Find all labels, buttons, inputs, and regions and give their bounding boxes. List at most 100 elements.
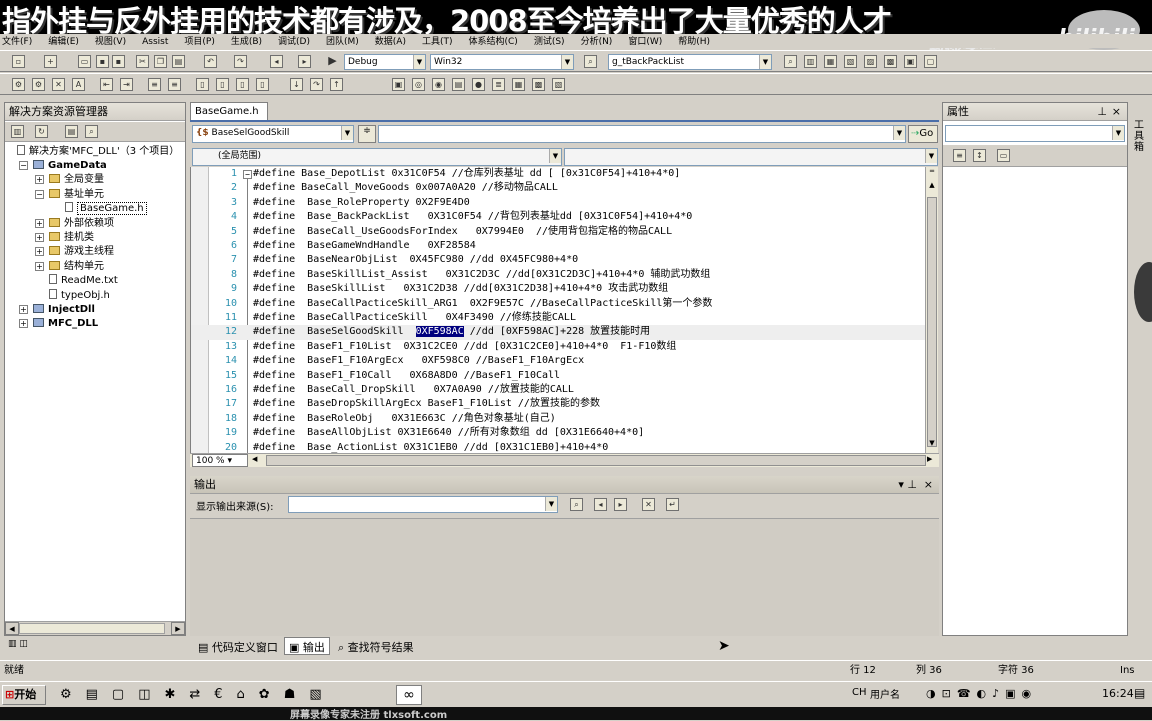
tree-item[interactable]: + 结构单元 [35,260,104,274]
system-tray-icons[interactable]: ◑⊡☎◐♪▣◉ [926,687,1037,700]
uncomment-icon[interactable]: ≡ [168,78,181,91]
start-button[interactable]: ⊞开始 [2,685,46,705]
code-line[interactable]: 20 #define Base_ActionList 0X31C1EB0 //dd… [191,441,925,453]
find-in-files-icon[interactable]: ⌕ [784,55,797,68]
scroll-left-icon[interactable]: ◀ [5,622,19,635]
modules-icon[interactable]: ▦ [512,78,525,91]
alphabetical-icon[interactable]: ↕ [973,149,986,162]
code-line[interactable]: 18 #define BaseRoleObj 0X31E663C //角色对象基址… [191,412,925,426]
new-project-icon[interactable]: ▫ [12,55,25,68]
menu-item[interactable]: 项目(P) [184,34,214,47]
expand-icon[interactable]: + [19,305,28,314]
code-line[interactable]: 12 #define BaseSelGoodSkill 0XF598AC //dd… [191,325,925,340]
split-icon[interactable]: ═ [926,167,938,179]
build-icon[interactable]: ⚙ [12,78,25,91]
step-out-icon[interactable]: ↑ [330,78,343,91]
properties-icon[interactable]: ▦ [824,55,837,68]
scroll-right-icon[interactable]: ▶ [171,622,185,635]
tree-item[interactable]: ReadMe.txt [49,274,118,288]
code-line[interactable]: 10 #define BaseCallPacticeSkill_ARG1 0X2F… [191,297,925,311]
code-line[interactable]: 16 #define BaseCall_DropSkill 0X7A0A90 //… [191,383,925,397]
redo-icon[interactable]: ↷ [234,55,247,68]
collapse-icon[interactable]: − [19,161,28,170]
output-text-area[interactable] [190,518,939,636]
code-line[interactable]: 7 #define BaseNearObjList 0X45FC980 //dd … [191,253,925,267]
member-combo[interactable]: ▼ [378,125,906,143]
code-line[interactable]: 6 #define BaseGameWndHandle 0XF28584 [191,239,925,253]
tab-basegame-h[interactable]: BaseGame.h × [190,102,268,134]
tree-item[interactable]: + 游戏主线程 [35,245,114,259]
platform-select[interactable]: Win32 ▼ [430,54,574,70]
property-pages-icon[interactable]: ▭ [997,149,1010,162]
prev-bookmark-icon[interactable]: ▯ [236,78,249,91]
menu-item[interactable]: 编辑(E) [48,34,79,47]
tab-output[interactable]: ▣ 输出 [284,637,330,655]
tree-item[interactable]: − 基址单元 [35,188,104,202]
scroll-left-icon[interactable]: ◀ [252,455,264,467]
prev-message-icon[interactable]: ◂ [594,498,607,511]
comment-icon[interactable]: ≡ [148,78,161,91]
solution-explorer-icon[interactable]: ▥ [804,55,817,68]
scroll-thumb[interactable] [927,197,937,447]
class-diagram-icon[interactable]: ⌕ [85,125,98,138]
code-line[interactable]: 8 #define BaseSkillList_Assist 0X31C2D3C … [191,268,925,282]
registers-icon[interactable]: ▧ [552,78,565,91]
member-list-icon[interactable]: A [72,78,85,91]
save-icon[interactable]: ▪ [96,55,109,68]
add-item-icon[interactable]: + [44,55,57,68]
menu-item[interactable]: Assist [142,37,168,47]
extension-icon[interactable]: ▢ [924,55,937,68]
vertical-scrollbar[interactable]: ═ ▲ ▼ [925,167,938,453]
navigate-forward-icon[interactable]: ▸ [298,55,311,68]
code-line[interactable]: 9 #define BaseSkillList 0X31C2D38 //dd[0X… [191,282,925,296]
tree-solution-root[interactable]: 解决方案'MFC_DLL'（3 个项目） [17,145,179,159]
expand-icon[interactable]: + [35,233,44,242]
menu-item[interactable]: 生成(B) [231,34,262,47]
expand-icon[interactable]: + [35,247,44,257]
scroll-right-icon[interactable]: ▶ [927,455,939,467]
breakpoints-icon[interactable]: ● [472,78,485,91]
quick-launch[interactable]: ⚙▤▢◫✱⇄€⌂✿☗▧ [60,687,336,702]
properties-object-select[interactable]: ▼ [945,125,1125,142]
code-line[interactable]: 1 #define Base_DepotList 0x31C0F54 //仓库列表… [191,167,925,181]
code-line[interactable]: 3 #define Base_RoleProperty 0X2F9E4D0 [191,196,925,210]
categorized-icon[interactable]: ≡ [953,149,966,162]
menu-item[interactable]: 帮助(H) [678,34,710,47]
cancel-build-icon[interactable]: ✕ [52,78,65,91]
close-icon[interactable]: × [924,476,933,494]
start-debug-icon[interactable]: ▶ [326,55,339,68]
task-infinity-icon[interactable]: ∞ [396,685,422,705]
step-into-icon[interactable]: ↓ [290,78,303,91]
tab-find-symbol[interactable]: ⌕ 查找符号结果 [334,639,418,655]
output-source-select[interactable]: ▼ [288,496,558,513]
tree-item[interactable]: + InjectDll [19,303,95,317]
collapse-icon[interactable]: − [35,189,44,199]
scroll-down-icon[interactable]: ▼ [926,439,938,451]
context-combo[interactable]: {$ BaseSelGoodSkill ▼ [192,125,354,143]
function-combo[interactable]: ▼ [564,148,938,166]
call-stack-icon[interactable]: ▤ [452,78,465,91]
expand-icon[interactable]: + [35,261,44,271]
zoom-combo[interactable]: 100 % ▾ [192,454,248,467]
scroll-up-icon[interactable]: ▲ [926,181,938,193]
scope-combo[interactable]: (全局范围) ▼ [192,148,562,166]
scroll-thumb[interactable] [19,623,165,634]
bookmark-icon[interactable]: ▯ [196,78,209,91]
code-line[interactable]: 17 #define BaseDropSkillArgEcx BaseF1_F10… [191,397,925,411]
menu-item[interactable]: 分析(N) [581,34,613,47]
go-button[interactable]: ⇢Go [908,125,938,143]
object-browser-icon[interactable]: ▧ [844,55,857,68]
cut-icon[interactable]: ✂ [136,55,149,68]
menu-item[interactable]: 测试(S) [534,34,565,47]
menu-item[interactable]: 体系结构(C) [469,34,518,47]
indent-icon[interactable]: ⇥ [120,78,133,91]
clear-all-icon[interactable]: ✕ [642,498,655,511]
horizontal-scrollbar[interactable]: ◀ ▶ [5,621,185,635]
view-code-icon[interactable]: ▤ [65,125,78,138]
code-line[interactable]: 15 #define BaseF1_F10Call 0X68A8D0 //Base… [191,369,925,383]
tree-item[interactable]: BaseGame.h [65,202,147,216]
pin-icon[interactable]: ⊥ [1097,103,1107,121]
toolbox-dock-tab[interactable]: 工具箱 [1134,120,1148,153]
menu-item[interactable]: 窗口(W) [628,34,662,47]
refresh-icon[interactable]: ↻ [35,125,48,138]
